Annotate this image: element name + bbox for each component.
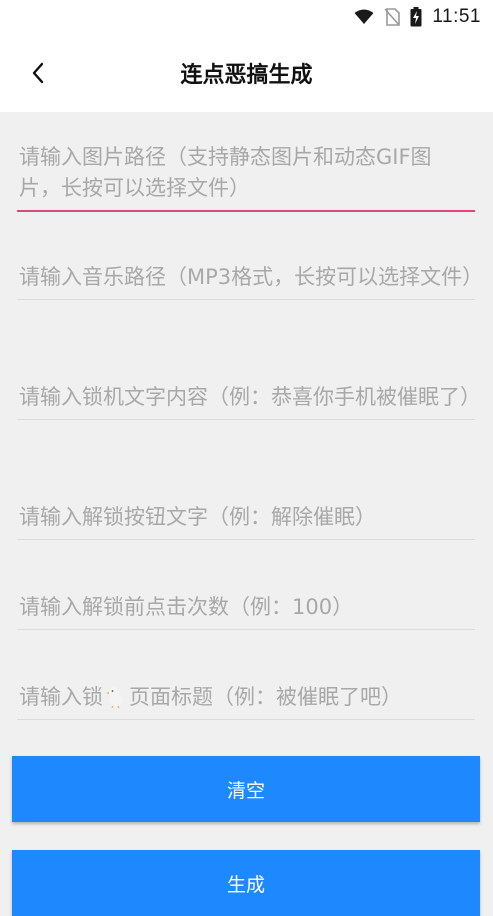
wifi-icon	[354, 9, 374, 24]
unlock-clicks-placeholder: 请输入解锁前点击次数（例：100）	[19, 595, 354, 619]
music-path-input[interactable]: 请输入音乐路径（MP3格式，长按可以选择文件）	[17, 262, 483, 300]
status-bar: 11:51	[354, 5, 481, 29]
status-time: 11:51	[432, 6, 481, 27]
music-path-placeholder: 请输入音乐路径（MP3格式，长按可以选择文件）	[19, 265, 484, 289]
page-title: 连点恶搞生成	[180, 63, 313, 88]
top-bar: 11:51 连点恶搞生成	[0, 0, 493, 112]
image-path-placeholder: 请输入图片路径（支持静态图片和动态GIF图片，长按可以选择文件）	[19, 145, 432, 200]
lock-page-title-placeholder-end: 页面标题（例：被催眠了吧）	[129, 685, 402, 709]
unlock-clicks-input[interactable]: 请输入解锁前点击次数（例：100）	[17, 592, 475, 630]
unlock-button-text-input[interactable]: 请输入解锁按钮文字（例：解除催眠）	[17, 502, 475, 540]
lock-page-title-placeholder-start: 请输入锁	[19, 685, 103, 709]
unlock-button-text-placeholder: 请输入解锁按钮文字（例：解除催眠）	[19, 505, 376, 529]
lock-text-input[interactable]: 请输入锁机文字内容（例：恭喜你手机被催眠了）	[17, 382, 481, 420]
generate-button[interactable]: 生成	[12, 850, 480, 916]
lock-page-title-input[interactable]: 请输入锁 页面标题（例：被催眠了吧）	[17, 682, 475, 720]
no-sim-icon	[384, 8, 401, 26]
battery-charging-icon	[410, 7, 422, 27]
toolbar: 连点恶搞生成	[0, 45, 493, 101]
image-path-input[interactable]: 请输入图片路径（支持静态图片和动态GIF图片，长按可以选择文件）	[17, 142, 475, 212]
chick-emoji-icon	[106, 687, 123, 709]
lock-text-placeholder: 请输入锁机文字内容（例：恭喜你手机被催眠了）	[19, 385, 481, 409]
clear-button[interactable]: 清空	[12, 756, 480, 822]
